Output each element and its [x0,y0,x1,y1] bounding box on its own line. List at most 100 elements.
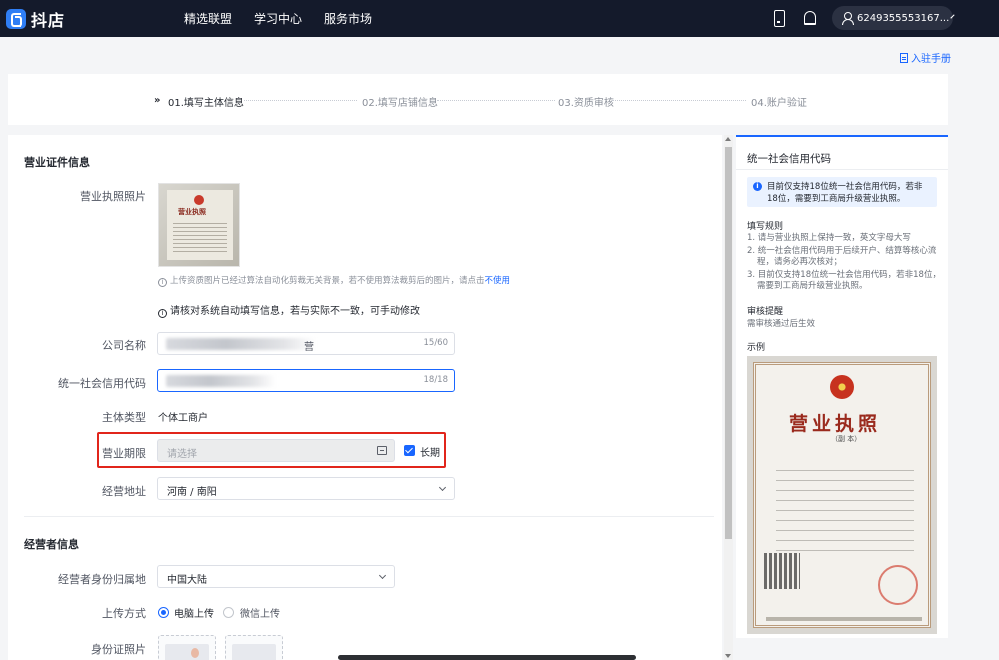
radio-wechat-upload-label[interactable]: 微信上传 [240,605,280,620]
rules-title: 填写规则 [747,222,784,232]
official-stamp-icon [878,565,918,605]
logo-text: 抖店 [31,11,66,30]
info-icon: i [158,309,167,318]
step-2: 02.填写店铺信息 [362,98,438,109]
doudian-logo-icon [6,9,26,29]
long-term-label[interactable]: 长期 [420,444,440,459]
license-sample-paper: 营业执照 （副 本） [753,362,931,628]
address-select[interactable]: 河南 / 南阳 [157,477,455,500]
chevron-down-icon [378,571,387,580]
help-tip-text: 目前仅支持18位统一社会信用代码，若非18位，需要到工商局升级营业执照。 [767,182,923,204]
review-text: 需审核通过后生效 [747,319,816,329]
license-sample-image: 营业执照 （副 本） [747,356,937,634]
upload-method-label: 上传方式 [102,607,146,620]
upload-hint: i 上传资质图片已经过算法自动化剪裁无关背景，若不使用算法裁剪后的图片，请点击不使… [158,274,510,287]
nav-item-alliance[interactable]: 精选联盟 [184,10,232,27]
id-card-back-icon [232,644,276,660]
upload-hint-text: 上传资质图片已经过算法自动化剪裁无关背景，若不使用算法裁剪后的图片，请点击 [170,276,485,286]
auto-fill-notice-text: 请核对系统自动填写信息，若与实际不一致，可手动修改 [170,306,420,317]
long-term-checkbox[interactable] [404,445,415,456]
radio-pc-upload-label[interactable]: 电脑上传 [174,605,214,620]
chevron-down-icon [950,14,955,19]
logo[interactable]: 抖店 [6,7,65,31]
rule-line: 3. 目前仅支持18位统一社会信用代码，若非18位， [747,270,941,280]
nav-item-learning[interactable]: 学习中心 [254,10,302,27]
sample-text-rows [776,461,914,555]
id-portrait-icon [191,648,199,658]
section-title-operator: 经营者信息 [24,538,79,551]
calendar-icon [377,446,387,455]
scroll-down-arrow-icon[interactable] [725,654,731,658]
example-title: 示例 [747,343,766,353]
step-connector [437,100,555,101]
radio-wechat-upload[interactable] [223,607,234,618]
section-title-business: 营业证件信息 [24,156,90,169]
id-region-value: 中国大陆 [167,575,207,586]
bell-icon[interactable] [802,10,818,26]
double-chevron-right-icon: » [154,95,161,106]
term-label: 营业期限 [102,447,146,460]
id-front-upload[interactable] [158,635,216,660]
company-name-input[interactable]: 营 15/60 [157,332,455,355]
step-4: 04.账户验证 [751,98,807,109]
help-title: 统一社会信用代码 [747,153,831,165]
term-date-picker[interactable]: 请选择 [157,439,395,462]
help-divider [736,169,948,170]
thumb-text-lines [173,220,227,254]
rule-line: 程，请务必再次核对； [757,257,843,267]
no-crop-link[interactable]: 不使用 [485,276,511,286]
entity-type-value: 个体工商户 [158,413,208,424]
license-photo-label: 营业执照照片 [80,190,146,203]
step-1: 01.填写主体信息 [168,98,244,109]
credit-code-input[interactable]: 18/18 [157,369,455,392]
user-menu[interactable]: 6249355553167... [832,6,955,30]
step-connector [612,100,746,101]
id-back-upload[interactable] [225,635,283,660]
manual-link-label: 入驻手册 [911,54,951,65]
scroll-up-arrow-icon[interactable] [725,137,731,141]
chevron-down-icon [438,483,447,492]
license-photo-thumbnail[interactable]: 营业执照 [158,183,240,267]
national-emblem-icon [194,195,204,205]
top-nav-bar: 抖店 精选联盟 学习中心 服务市场 6249355553167... [0,0,999,37]
nav-item-service-market[interactable]: 服务市场 [324,10,372,27]
id-region-select[interactable]: 中国大陆 [157,565,395,588]
main-nav: 精选联盟 学习中心 服务市场 [184,0,372,37]
sample-title: 营业执照 [789,413,882,435]
company-name-visible-tail: 营 [304,342,314,353]
radio-pc-upload[interactable] [158,607,169,618]
form-card: 营业证件信息 营业执照照片 营业执照 i 上传资质图片已经过算法自动化剪裁无关背景… [8,135,722,660]
sample-subtitle: （副 本） [831,435,862,443]
info-icon: i [753,182,762,191]
rule-line: 1. 请与营业执照上保持一致，英文字母大写 [747,233,911,243]
company-name-counter: 15/60 [423,338,449,348]
manual-link[interactable]: 入驻手册 [900,50,951,65]
credit-code-label: 统一社会信用代码 [58,377,146,390]
entity-type-label: 主体类型 [102,411,146,424]
progress-steps: » 01.填写主体信息 02.填写店铺信息 03.资质审核 04.账户验证 [8,74,948,125]
help-tip: i 目前仅支持18位统一社会信用代码，若非18位，需要到工商局升级营业执照。 [747,177,937,207]
address-value: 河南 / 南阳 [167,487,217,498]
redacted-text [166,338,316,350]
section-divider [24,516,714,517]
rule-line: 2. 统一社会信用代码用于后续开户、结算等核心流 [747,246,937,256]
help-panel: 统一社会信用代码 i 目前仅支持18位统一社会信用代码，若非18位，需要到工商局… [736,135,948,638]
sample-footer-line [766,617,922,621]
credit-code-counter: 18/18 [423,375,449,385]
step-connector [244,100,357,101]
term-placeholder: 请选择 [167,449,197,460]
id-card-front-icon [165,644,209,660]
redacted-text [166,375,276,387]
address-label: 经营地址 [102,485,146,498]
company-name-label: 公司名称 [102,339,146,352]
step-3: 03.资质审核 [558,98,614,109]
horizontal-scrollbar[interactable] [338,655,636,660]
scrollbar-thumb[interactable] [725,147,732,539]
info-icon: i [158,278,167,287]
document-icon [900,52,908,63]
review-title: 审核提醒 [747,307,784,317]
phone-icon[interactable] [771,10,787,27]
rule-line: 需要到工商局升级营业执照。 [757,281,868,291]
id-photo-label: 身份证照片 [91,643,146,656]
vertical-scrollbar[interactable] [724,135,733,660]
